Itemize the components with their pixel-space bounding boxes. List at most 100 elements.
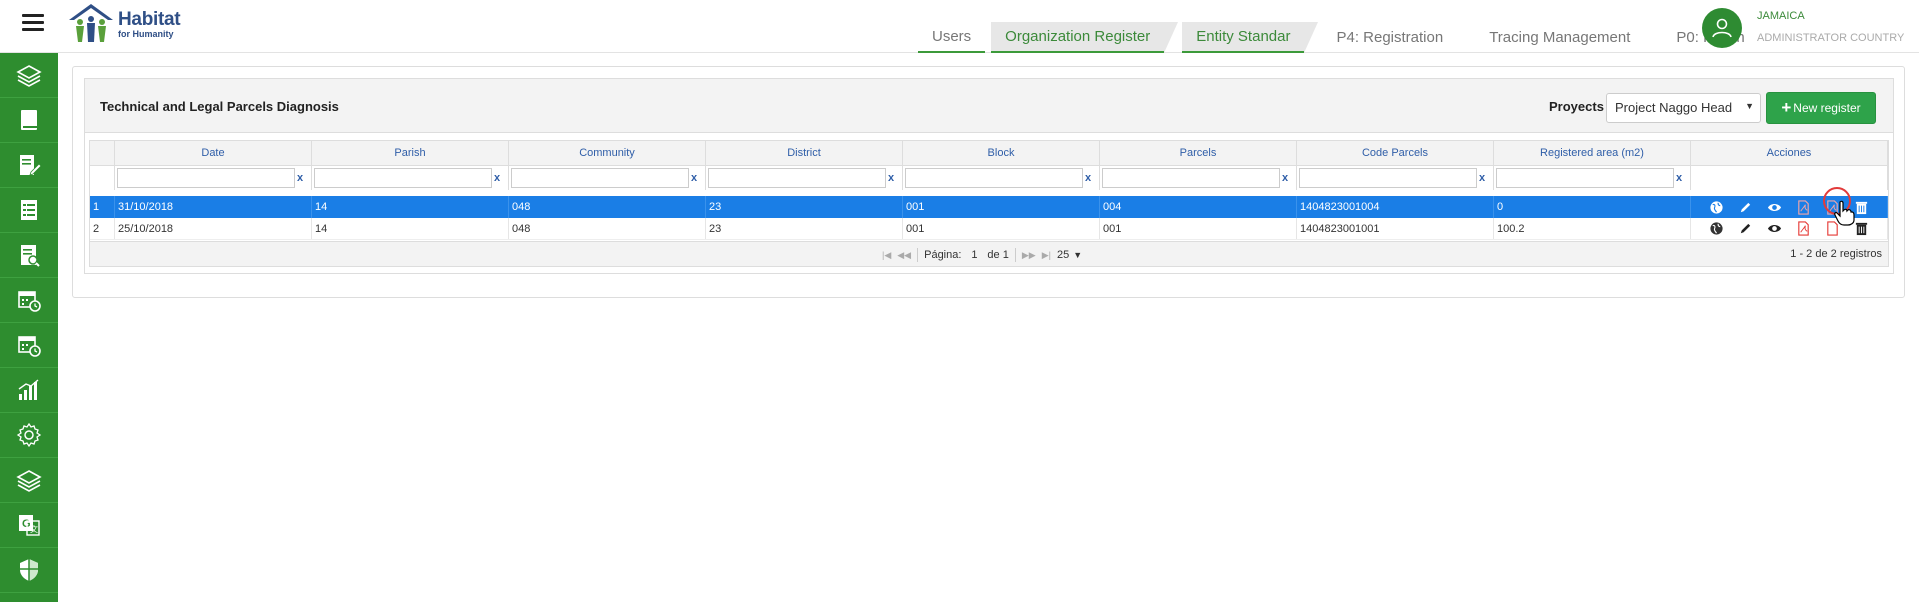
first-page-icon[interactable]: |◀	[882, 250, 891, 261]
cell-parcels: 004	[1100, 196, 1297, 218]
filter-area-input[interactable]	[1496, 168, 1674, 188]
cell-district: 23	[706, 218, 903, 239]
header-block[interactable]: Block	[903, 141, 1100, 165]
clear-filter-community[interactable]: x	[689, 172, 699, 184]
project-select[interactable]: Project Naggo Head ▼	[1606, 93, 1761, 123]
project-select-value: Project Naggo Head	[1615, 100, 1733, 115]
tab-entity-standar[interactable]: Entity Standar	[1182, 22, 1319, 53]
checklist-icon	[21, 200, 37, 220]
pdf-icon[interactable]	[1795, 220, 1812, 237]
svg-text:文: 文	[30, 524, 38, 534]
header-community[interactable]: Community	[509, 141, 706, 165]
sidebar-item-calendar-2[interactable]	[0, 323, 58, 368]
clear-filter-area[interactable]: x	[1674, 172, 1684, 184]
page-input[interactable]: 1	[967, 249, 981, 261]
filter-block-input[interactable]	[905, 168, 1083, 188]
filter-district-input[interactable]	[708, 168, 886, 188]
page-size-select[interactable]: 25 ▼	[1057, 249, 1082, 261]
edit-icon[interactable]	[1737, 220, 1754, 237]
page-size-value: 25	[1056, 249, 1070, 261]
clear-filter-date[interactable]: x	[295, 172, 305, 184]
sidebar-item-layers-2[interactable]	[0, 458, 58, 503]
plus-icon: +	[1781, 98, 1792, 117]
filter-community-cell: x	[509, 166, 706, 190]
user-country: JAMAICA	[1757, 10, 1805, 22]
view-icon[interactable]	[1766, 199, 1783, 216]
tab-tracing-management[interactable]: Tracing Management	[1475, 22, 1644, 53]
hand-cursor-icon	[1834, 200, 1855, 226]
sidebar-item-search-document[interactable]	[0, 233, 58, 278]
user-role: ADMINISTRATOR COUNTRY	[1757, 32, 1905, 44]
view-icon[interactable]	[1766, 220, 1783, 237]
grid-header-row: Date Parish Community District Block Par…	[90, 141, 1888, 166]
tab-organization-register[interactable]: Organization Register	[991, 22, 1179, 53]
sidebar-item-checklist[interactable]	[0, 188, 58, 233]
sidebar-item-edit-document[interactable]	[0, 143, 58, 188]
bar-chart-icon	[18, 379, 39, 400]
cell-date: 31/10/2018	[115, 196, 312, 218]
header-parcels[interactable]: Parcels	[1100, 141, 1297, 165]
last-page-icon[interactable]: ▶|	[1042, 250, 1051, 261]
globe-icon[interactable]	[1708, 199, 1725, 216]
pdf-icon[interactable]	[1795, 199, 1812, 216]
cell-date: 25/10/2018	[115, 218, 312, 239]
filter-community-input[interactable]	[511, 168, 689, 188]
header-parish[interactable]: Parish	[312, 141, 509, 165]
logo-line2: for Humanity	[118, 29, 174, 39]
new-register-label: New register	[1793, 101, 1861, 115]
filter-parcels-input[interactable]	[1102, 168, 1280, 188]
pager-controls: |◀ ◀◀ Página: 1 de 1 ▶▶ ▶| 25 ▼	[882, 248, 1082, 262]
new-register-button[interactable]: + New register	[1766, 92, 1876, 124]
user-avatar[interactable]	[1702, 8, 1742, 48]
page-label: Página:	[924, 249, 962, 261]
header-date[interactable]: Date	[115, 141, 312, 165]
grid-filter-row: x x x x x x x x	[90, 166, 1888, 190]
globe-icon[interactable]	[1708, 220, 1725, 237]
calendar-clock-icon	[18, 291, 41, 312]
edit-document-icon	[20, 155, 42, 176]
header-rownum	[90, 141, 115, 165]
dropdown-arrow-icon: ▼	[1073, 250, 1083, 260]
filter-code-input[interactable]	[1299, 168, 1477, 188]
delete-icon[interactable]	[1853, 199, 1870, 216]
cell-district: 23	[706, 196, 903, 218]
delete-icon[interactable]	[1853, 220, 1870, 237]
gear-icon	[16, 422, 42, 448]
sidebar-item-settings[interactable]	[0, 413, 58, 458]
table-row[interactable]: 2 25/10/2018 14 048 23 001 001 140482300…	[90, 218, 1888, 240]
sidebar-item-chart[interactable]	[0, 368, 58, 413]
book-icon	[21, 110, 37, 130]
tab-p4-registration[interactable]: P4: Registration	[1322, 22, 1457, 53]
table-row[interactable]: 1 31/10/2018 14 048 23 001 004 140482300…	[90, 196, 1888, 218]
panel-header: Technical and Legal Parcels Diagnosis Pr…	[85, 79, 1893, 133]
habitat-house-logo-icon	[69, 4, 113, 42]
shield-icon	[20, 559, 38, 581]
clear-filter-block[interactable]: x	[1083, 172, 1093, 184]
next-page-icon[interactable]: ▶▶	[1022, 250, 1036, 261]
edit-icon[interactable]	[1737, 199, 1754, 216]
clear-filter-parcels[interactable]: x	[1280, 172, 1290, 184]
logo-text: Habitat for Humanity	[118, 10, 181, 39]
clear-filter-code[interactable]: x	[1477, 172, 1487, 184]
tab-users[interactable]: Users	[918, 22, 986, 53]
sidebar-item-calendar-1[interactable]	[0, 278, 58, 323]
top-header: Habitat for Humanity Users Organization …	[0, 0, 1919, 53]
header-code-parcels[interactable]: Code Parcels	[1297, 141, 1494, 165]
cell-code-parcels: 1404823001001	[1297, 218, 1494, 239]
parcels-grid: Date Parish Community District Block Par…	[89, 140, 1889, 267]
prev-page-icon[interactable]: ◀◀	[897, 250, 911, 261]
header-registered-area[interactable]: Registered area (m2)	[1494, 141, 1691, 165]
cell-community: 048	[509, 196, 706, 218]
sidebar-item-translate[interactable]: G文	[0, 503, 58, 548]
clear-filter-parish[interactable]: x	[492, 172, 502, 184]
sidebar-item-layers[interactable]	[0, 53, 58, 98]
clear-filter-district[interactable]: x	[886, 172, 896, 184]
habitat-logo[interactable]: Habitat for Humanity	[66, 2, 191, 46]
menu-icon[interactable]	[22, 14, 44, 32]
sidebar-item-book[interactable]	[0, 98, 58, 143]
filter-date-input[interactable]	[117, 168, 295, 188]
row-actions	[1691, 196, 1888, 218]
sidebar-item-shield[interactable]	[0, 548, 58, 593]
filter-parish-input[interactable]	[314, 168, 492, 188]
header-district[interactable]: District	[706, 141, 903, 165]
